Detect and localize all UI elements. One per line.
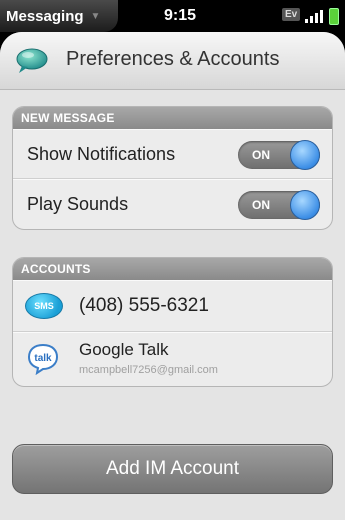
new-message-group: NEW MESSAGE Show Notifications ON Play S… bbox=[12, 106, 333, 230]
google-talk-icon-text: talk bbox=[34, 353, 52, 364]
account-name: Google Talk bbox=[79, 340, 169, 359]
show-notifications-label: Show Notifications bbox=[27, 144, 176, 164]
sms-icon: SMS bbox=[25, 293, 63, 319]
chevron-down-icon: ▼ bbox=[90, 10, 101, 22]
toggle-knob bbox=[290, 190, 320, 220]
battery-icon bbox=[329, 8, 339, 25]
section-title-accounts: ACCOUNTS bbox=[13, 258, 332, 280]
play-sounds-toggle[interactable]: ON bbox=[238, 190, 320, 220]
section-title-new-message: NEW MESSAGE bbox=[13, 107, 332, 129]
toggle-knob bbox=[290, 140, 320, 170]
clock: 9:15 bbox=[163, 7, 197, 24]
account-name: (408) 555-6321 bbox=[79, 295, 209, 316]
play-sounds-row: Play Sounds ON bbox=[13, 179, 332, 229]
app-menu-label: Messaging bbox=[6, 7, 84, 25]
network-type-badge: Ev bbox=[282, 8, 301, 21]
play-sounds-label: Play Sounds bbox=[27, 194, 129, 214]
google-talk-icon: talk bbox=[27, 343, 59, 375]
page-title: Preferences & Accounts bbox=[66, 48, 280, 70]
account-row-sms[interactable]: SMS (408) 555-6321 bbox=[13, 280, 332, 332]
signal-strength-icon bbox=[305, 9, 327, 23]
toggle-state-text: ON bbox=[252, 198, 270, 212]
show-notifications-toggle[interactable]: ON bbox=[238, 140, 320, 170]
show-notifications-row: Show Notifications ON bbox=[13, 129, 332, 179]
add-im-account-button[interactable]: Add IM Account bbox=[12, 444, 333, 494]
page-header: Preferences & Accounts bbox=[0, 32, 345, 90]
messaging-bubble-icon bbox=[16, 48, 48, 73]
status-bar: Messaging ▼ 9:15 Ev bbox=[0, 0, 345, 32]
account-email: mcampbell7256@gmail.com bbox=[79, 364, 218, 376]
app-card: Preferences & Accounts NEW MESSAGE Show … bbox=[0, 32, 345, 520]
accounts-group: ACCOUNTS SMS (408) 555-6321 talk Google … bbox=[12, 257, 333, 387]
toggle-state-text: ON bbox=[252, 148, 270, 162]
account-row-google-talk[interactable]: talk Google Talk mcampbell7256@gmail.com bbox=[13, 332, 332, 386]
app-menu[interactable]: Messaging ▼ bbox=[0, 0, 118, 32]
